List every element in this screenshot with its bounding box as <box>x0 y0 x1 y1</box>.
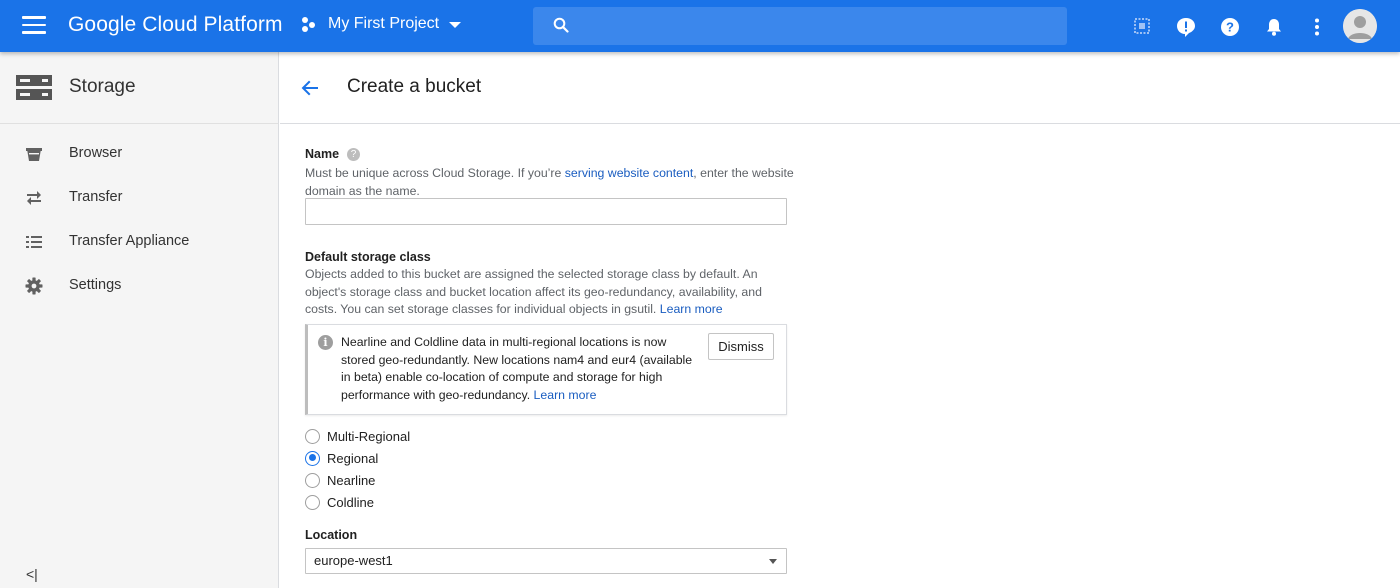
name-section: Name? Must be unique across Cloud Storag… <box>305 145 795 200</box>
sidebar-item-label: Browser <box>69 145 123 161</box>
radio-label: Nearline <box>327 472 376 488</box>
notice-text: Nearline and Coldline data in multi-regi… <box>341 335 693 402</box>
sidebar-item-browser[interactable]: Browser <box>0 134 278 174</box>
storage-class-help-text: Objects added to this bucket are assigne… <box>305 267 762 316</box>
radio-button[interactable] <box>305 428 320 444</box>
info-icon: i <box>318 335 333 350</box>
more-vert-icon[interactable] <box>1307 16 1329 38</box>
hamburger-menu-icon[interactable] <box>22 16 46 36</box>
learn-more-link[interactable]: Learn more <box>660 302 723 316</box>
radio-button[interactable] <box>305 472 320 488</box>
top-app-bar: Google Cloud Platform My First Project ? <box>0 0 1400 52</box>
notifications-bell-icon[interactable] <box>1263 16 1285 38</box>
sidebar-item-transfer[interactable]: Transfer <box>0 178 278 218</box>
radio-coldline[interactable]: Coldline <box>305 492 374 512</box>
chevron-down-icon <box>449 22 462 28</box>
transfer-arrows-icon <box>27 191 41 205</box>
list-icon <box>26 236 42 248</box>
radio-label: Multi-Regional <box>327 428 411 444</box>
storage-product-icon <box>16 75 52 100</box>
account-avatar[interactable] <box>1343 9 1377 43</box>
dropdown-arrow-icon <box>769 559 777 564</box>
radio-button-selected[interactable] <box>305 450 320 466</box>
name-help-text: Must be unique across Cloud Storage. If … <box>305 166 794 198</box>
name-label: Name <box>305 147 340 161</box>
location-value: europe-west1 <box>314 553 393 568</box>
sidebar-item-settings[interactable]: Settings <box>0 266 278 306</box>
help-icon[interactable]: ? <box>1219 16 1241 38</box>
main-content: Create a bucket Name? Must be unique acr… <box>280 52 1400 588</box>
brand-title[interactable]: Google Cloud Platform <box>68 13 283 37</box>
gear-icon <box>25 277 43 295</box>
radio-nearline[interactable]: Nearline <box>305 470 375 490</box>
sidebar-item-label: Transfer <box>69 189 123 205</box>
location-label: Location <box>305 528 358 542</box>
radio-label: Regional <box>327 450 379 466</box>
sidebar-item-transfer-appliance[interactable]: Transfer Appliance <box>0 222 278 262</box>
back-arrow-icon[interactable] <box>300 78 320 98</box>
page-header: Create a bucket <box>280 52 1400 124</box>
radio-label: Coldline <box>327 494 374 510</box>
project-name: My First Project <box>328 15 440 32</box>
notice-learn-more-link[interactable]: Learn more <box>534 388 597 402</box>
radio-regional[interactable]: Regional <box>305 448 378 468</box>
product-header: Storage <box>0 52 278 124</box>
bucket-icon <box>26 148 42 161</box>
project-dots-icon <box>302 15 320 33</box>
search-bar[interactable] <box>533 7 1067 45</box>
project-selector[interactable]: My First Project <box>302 15 462 33</box>
help-question-icon[interactable]: ? <box>347 148 361 161</box>
storage-class-section: Default storage class Objects added to t… <box>305 250 770 319</box>
dismiss-button[interactable]: Dismiss <box>708 333 774 360</box>
geo-redundancy-notice: i Nearline and Coldline data in multi-re… <box>305 324 787 415</box>
svg-text:?: ? <box>1226 20 1234 35</box>
feedback-icon[interactable] <box>1175 16 1197 38</box>
radio-button[interactable] <box>305 494 320 510</box>
collapse-sidebar-icon[interactable]: <| <box>26 566 38 582</box>
page-title: Create a bucket <box>347 76 482 97</box>
sidebar-item-label: Settings <box>69 277 122 293</box>
storage-class-label: Default storage class <box>305 250 431 264</box>
cloud-shell-icon[interactable] <box>1132 16 1154 38</box>
sidebar-item-label: Transfer Appliance <box>69 233 190 249</box>
serving-website-content-link[interactable]: serving website content <box>565 166 694 180</box>
radio-multi-regional[interactable]: Multi-Regional <box>305 426 410 446</box>
search-icon <box>553 17 569 33</box>
location-select[interactable]: europe-west1 <box>305 548 787 574</box>
bucket-name-input[interactable] <box>305 198 787 225</box>
left-navigation: Storage Browser Transfer Transfer Applia… <box>0 52 279 588</box>
product-title: Storage <box>69 76 136 97</box>
